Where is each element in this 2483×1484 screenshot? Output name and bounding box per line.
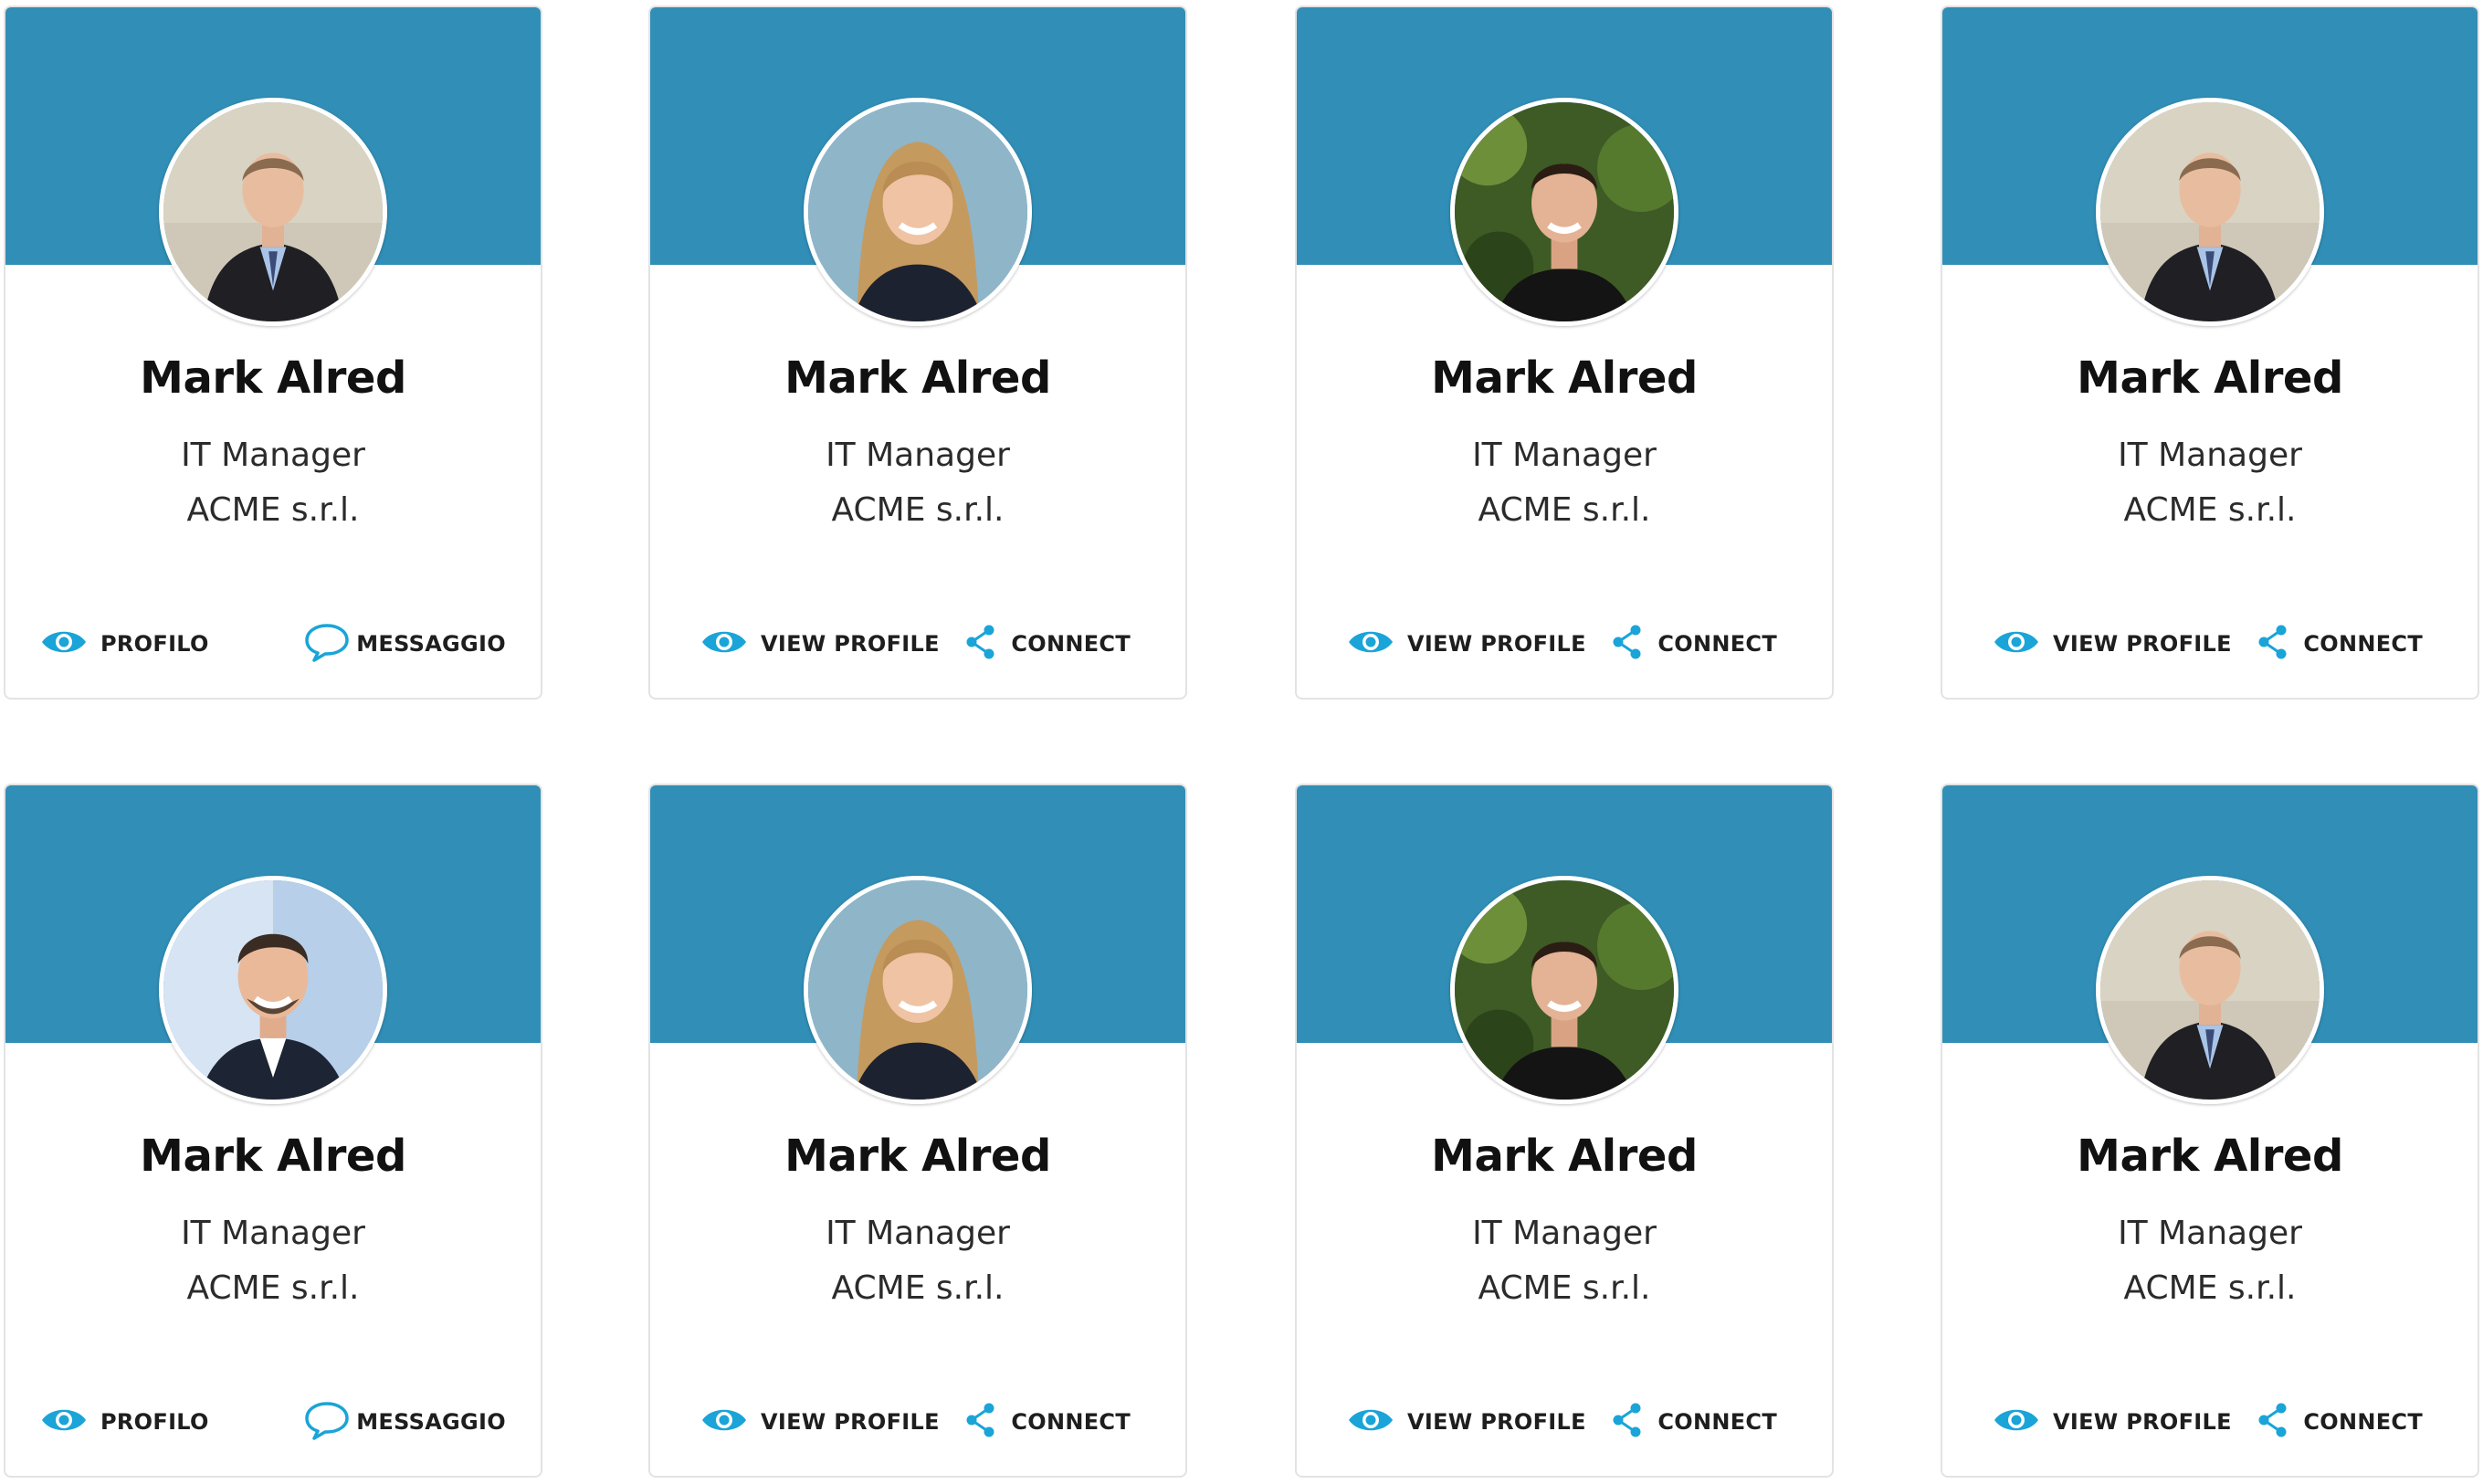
view-profile-label: VIEW PROFILE (1407, 631, 1586, 657)
view-profile-button[interactable]: VIEW PROFILE (700, 1399, 940, 1445)
eye-icon (1993, 626, 2040, 661)
profile-company: ACME s.r.l. (1478, 1269, 1651, 1307)
man-suit-avatar[interactable] (2096, 98, 2324, 326)
profile-button[interactable]: PROFILO (40, 621, 209, 667)
woman-blonde-avatar[interactable] (804, 876, 1032, 1104)
message-button-label: MESSAGGIO (356, 1409, 506, 1435)
profile-role: IT Manager (2118, 1215, 2302, 1252)
view-profile-label: VIEW PROFILE (2053, 631, 2232, 657)
profile-company: ACME s.r.l. (2123, 1269, 2297, 1307)
profile-role: IT Manager (181, 437, 365, 474)
view-profile-label: VIEW PROFILE (1407, 1409, 1586, 1435)
view-profile-button[interactable]: VIEW PROFILE (1347, 1399, 1586, 1445)
view-profile-button[interactable]: VIEW PROFILE (1347, 621, 1586, 667)
view-profile-label: VIEW PROFILE (761, 1409, 940, 1435)
chat-bubble-icon (303, 1400, 351, 1444)
connect-label: CONNECT (2303, 1409, 2423, 1435)
card-actions: VIEW PROFILE CONNECT (650, 621, 1185, 667)
eye-icon (40, 626, 88, 661)
profile-card: Mark Alred IT Manager ACME s.r.l. VIEW P… (1295, 5, 1834, 700)
connect-button[interactable]: CONNECT (1610, 621, 1777, 667)
man-suit-avatar[interactable] (2096, 876, 2324, 1104)
connect-button[interactable]: CONNECT (1610, 1399, 1777, 1445)
message-button[interactable]: MESSAGGIO (303, 1399, 506, 1445)
chat-bubble-icon (303, 622, 351, 666)
share-icon (1610, 624, 1645, 664)
card-actions: VIEW PROFILE CONNECT (1297, 621, 1832, 667)
view-profile-label: VIEW PROFILE (761, 631, 940, 657)
connect-label: CONNECT (1657, 1409, 1777, 1435)
profile-name: Mark Alred (784, 1131, 1051, 1182)
connect-button[interactable]: CONNECT (963, 1399, 1131, 1445)
profile-card: Mark Alred IT Manager ACME s.r.l. VIEW P… (648, 784, 1187, 1478)
profile-name: Mark Alred (140, 1131, 406, 1182)
eye-icon (1347, 1405, 1394, 1439)
profile-company: ACME s.r.l. (186, 1269, 360, 1307)
profile-company: ACME s.r.l. (2123, 491, 2297, 529)
view-profile-button[interactable]: VIEW PROFILE (1993, 1399, 2232, 1445)
profile-role: IT Manager (2118, 437, 2302, 474)
young-man-avatar[interactable] (1450, 876, 1678, 1104)
view-profile-button[interactable]: VIEW PROFILE (1993, 621, 2232, 667)
message-button-label: MESSAGGIO (356, 631, 506, 657)
profile-company: ACME s.r.l. (1478, 491, 1651, 529)
profile-role: IT Manager (181, 1215, 365, 1252)
connect-label: CONNECT (1657, 631, 1777, 657)
share-icon (1610, 1402, 1645, 1442)
profile-role: IT Manager (1472, 437, 1657, 474)
man-smiling-avatar[interactable] (159, 876, 387, 1104)
profile-card: Mark Alred IT Manager ACME s.r.l. VIEW P… (1941, 784, 2479, 1478)
eye-icon (700, 1405, 748, 1439)
message-button[interactable]: MESSAGGIO (303, 621, 506, 667)
woman-blonde-avatar[interactable] (804, 98, 1032, 326)
share-icon (963, 624, 998, 664)
profile-name: Mark Alred (784, 353, 1051, 404)
profile-card: Mark Alred IT Manager ACME s.r.l. PROFIL… (4, 784, 542, 1478)
man-suit-avatar[interactable] (159, 98, 387, 326)
eye-icon (1993, 1405, 2040, 1439)
share-icon (2256, 1402, 2290, 1442)
profile-button[interactable]: PROFILO (40, 1399, 209, 1445)
profile-name: Mark Alred (2077, 1131, 2343, 1182)
card-actions: PROFILO MESSAGGIO (5, 1399, 541, 1445)
profile-card: Mark Alred IT Manager ACME s.r.l. VIEW P… (1295, 784, 1834, 1478)
share-icon (2256, 624, 2290, 664)
card-actions: VIEW PROFILE CONNECT (650, 1399, 1185, 1445)
profile-card: Mark Alred IT Manager ACME s.r.l. PROFIL… (4, 5, 542, 700)
eye-icon (1347, 626, 1394, 661)
profile-role: IT Manager (1472, 1215, 1657, 1252)
connect-label: CONNECT (1011, 1409, 1131, 1435)
profile-name: Mark Alred (140, 353, 406, 404)
profile-name: Mark Alred (1431, 353, 1698, 404)
profile-button-label: PROFILO (100, 1409, 209, 1435)
connect-button[interactable]: CONNECT (2256, 1399, 2423, 1445)
profile-card: Mark Alred IT Manager ACME s.r.l. VIEW P… (1941, 5, 2479, 700)
profile-button-label: PROFILO (100, 631, 209, 657)
profile-name: Mark Alred (2077, 353, 2343, 404)
connect-button[interactable]: CONNECT (2256, 621, 2423, 667)
profile-company: ACME s.r.l. (831, 1269, 1005, 1307)
profile-role: IT Manager (826, 437, 1010, 474)
view-profile-button[interactable]: VIEW PROFILE (700, 621, 940, 667)
eye-icon (40, 1405, 88, 1439)
share-icon (963, 1402, 998, 1442)
profile-card-grid: Mark Alred IT Manager ACME s.r.l. PROFIL… (0, 0, 2483, 1484)
card-actions: VIEW PROFILE CONNECT (1297, 1399, 1832, 1445)
card-actions: VIEW PROFILE CONNECT (1942, 621, 2478, 667)
profile-company: ACME s.r.l. (186, 491, 360, 529)
connect-button[interactable]: CONNECT (963, 621, 1131, 667)
connect-label: CONNECT (1011, 631, 1131, 657)
profile-name: Mark Alred (1431, 1131, 1698, 1182)
card-actions: PROFILO MESSAGGIO (5, 621, 541, 667)
young-man-avatar[interactable] (1450, 98, 1678, 326)
view-profile-label: VIEW PROFILE (2053, 1409, 2232, 1435)
profile-card: Mark Alred IT Manager ACME s.r.l. VIEW P… (648, 5, 1187, 700)
eye-icon (700, 626, 748, 661)
profile-company: ACME s.r.l. (831, 491, 1005, 529)
card-actions: VIEW PROFILE CONNECT (1942, 1399, 2478, 1445)
connect-label: CONNECT (2303, 631, 2423, 657)
profile-role: IT Manager (826, 1215, 1010, 1252)
